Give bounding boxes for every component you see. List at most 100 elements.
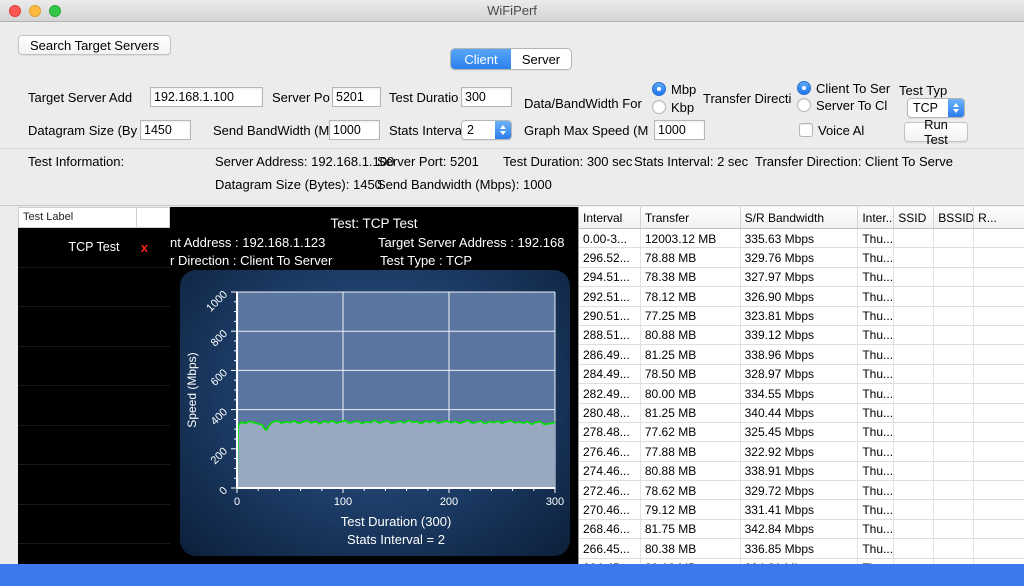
- table-row[interactable]: 288.51...80.88 MB339.12 MbpsThu...: [579, 326, 1024, 345]
- table-cell: [974, 345, 1024, 363]
- table-row[interactable]: 284.49...78.50 MB328.97 MbpsThu...: [579, 365, 1024, 384]
- test-type-popup[interactable]: TCP: [907, 98, 965, 118]
- table-cell: 81.25 MB: [641, 404, 741, 422]
- table-row[interactable]: 270.46...79.12 MB331.41 MbpsThu...: [579, 500, 1024, 519]
- stats-interval-stepper[interactable]: 2: [461, 120, 512, 140]
- table-row[interactable]: 282.49...80.00 MB334.55 MbpsThu...: [579, 384, 1024, 403]
- table-cell: [974, 423, 1024, 441]
- table-cell: 296.52...: [579, 248, 641, 266]
- table-cell: 77.88 MB: [641, 442, 741, 460]
- table-cell: [934, 345, 974, 363]
- table-cell: Thu...: [858, 481, 894, 499]
- test-duration-input[interactable]: [461, 87, 512, 107]
- table-row[interactable]: 292.51...78.12 MB326.90 MbpsThu...: [579, 287, 1024, 306]
- table-cell: 80.88 MB: [641, 326, 741, 344]
- datagram-size-input[interactable]: [140, 120, 191, 140]
- server-port-input[interactable]: [332, 87, 381, 107]
- info-datagram-size: Datagram Size (Bytes): 1450: [215, 177, 382, 193]
- table-cell: [894, 307, 934, 325]
- table-row[interactable]: 280.48...81.25 MB340.44 MbpsThu...: [579, 404, 1024, 423]
- svg-text:800: 800: [209, 328, 230, 349]
- test-list-row[interactable]: TCP Testx: [18, 228, 170, 268]
- table-row[interactable]: 290.51...77.25 MB323.81 MbpsThu...: [579, 307, 1024, 326]
- table-row[interactable]: 278.48...77.62 MB325.45 MbpsThu...: [579, 423, 1024, 442]
- table-cell: [974, 539, 1024, 557]
- table-cell: 338.91 Mbps: [741, 462, 859, 480]
- target-server-address-input[interactable]: [150, 87, 263, 107]
- column-header-bssid[interactable]: BSSID: [934, 207, 974, 228]
- graph-max-speed-label: Graph Max Speed (M: [524, 120, 648, 140]
- chart-direction: r Direction : Client To Server: [170, 253, 332, 268]
- info-test-duration: Test Duration: 300 sec: [503, 154, 632, 170]
- mbps-radio[interactable]: Mbp: [652, 81, 696, 97]
- server-to-client-radio[interactable]: Server To Cl: [797, 97, 887, 113]
- table-cell: Thu...: [858, 539, 894, 557]
- tab-server[interactable]: Server: [511, 49, 571, 69]
- table-cell: Thu...: [858, 520, 894, 538]
- table-cell: [894, 229, 934, 247]
- results-table-header: Interval Transfer S/R Bandwidth Inter...…: [579, 207, 1024, 229]
- table-row[interactable]: 268.46...81.75 MB342.84 MbpsThu...: [579, 520, 1024, 539]
- table-cell: [894, 404, 934, 422]
- info-send-bandwidth: Send Bandwidth (Mbps): 1000: [377, 177, 552, 193]
- table-cell: Thu...: [858, 442, 894, 460]
- table-cell: [934, 462, 974, 480]
- table-cell: 284.49...: [579, 365, 641, 383]
- test-label-column-header[interactable]: Test Label: [19, 208, 137, 227]
- table-row[interactable]: 266.45...80.38 MB336.85 MbpsThu...: [579, 539, 1024, 558]
- table-cell: [894, 481, 934, 499]
- test-duration-label: Test Duratio: [389, 87, 458, 107]
- table-row[interactable]: 286.49...81.25 MB338.96 MbpsThu...: [579, 345, 1024, 364]
- send-bandwidth-input[interactable]: [329, 120, 380, 140]
- table-row[interactable]: 274.46...80.88 MB338.91 MbpsThu...: [579, 462, 1024, 481]
- table-cell: [934, 384, 974, 402]
- column-header-ssid[interactable]: SSID: [894, 207, 934, 228]
- table-cell: [934, 442, 974, 460]
- svg-text:0: 0: [217, 485, 230, 498]
- table-cell: 270.46...: [579, 500, 641, 518]
- voice-alert-checkbox[interactable]: Voice Al: [799, 122, 864, 138]
- tab-client[interactable]: Client: [451, 49, 511, 69]
- column-header-interval-time[interactable]: Inter...: [858, 207, 894, 228]
- delete-test-button[interactable]: x: [141, 240, 148, 255]
- voice-alert-label: Voice Al: [818, 123, 864, 138]
- kbps-radio[interactable]: Kbp: [652, 99, 694, 115]
- radio-unselected-icon: [652, 100, 666, 114]
- table-row[interactable]: 296.52...78.88 MB329.76 MbpsThu...: [579, 248, 1024, 267]
- table-row[interactable]: 276.46...77.88 MB322.92 MbpsThu...: [579, 442, 1024, 461]
- column-header-bandwidth[interactable]: S/R Bandwidth: [741, 207, 859, 228]
- table-row[interactable]: 272.46...78.62 MB329.72 MbpsThu...: [579, 481, 1024, 500]
- popup-arrows-icon[interactable]: [948, 99, 964, 117]
- table-cell: 286.49...: [579, 345, 641, 363]
- throughput-chart: 020040060080010000100200300Speed (Mbps)T…: [180, 270, 570, 556]
- table-row[interactable]: 0.00-3...12003.12 MB335.63 MbpsThu...: [579, 229, 1024, 248]
- radio-selected-icon: [797, 81, 811, 95]
- table-cell: [934, 326, 974, 344]
- stepper-arrows-icon[interactable]: [495, 121, 511, 139]
- info-transfer-direction: Transfer Direction: Client To Serve: [755, 154, 953, 170]
- graph-max-speed-input[interactable]: [654, 120, 705, 140]
- svg-text:600: 600: [209, 367, 230, 388]
- svg-text:1000: 1000: [204, 289, 230, 315]
- table-row[interactable]: 294.51...78.38 MB327.97 MbpsThu...: [579, 268, 1024, 287]
- chart-title: Test: TCP Test: [170, 216, 578, 231]
- stats-interval-label: Stats Interva: [389, 120, 462, 140]
- chart-test-type: Test Type : TCP: [380, 253, 472, 268]
- run-test-button[interactable]: Run Test: [904, 122, 968, 142]
- table-cell: 78.12 MB: [641, 287, 741, 305]
- table-cell: 290.51...: [579, 307, 641, 325]
- table-cell: 79.12 MB: [641, 500, 741, 518]
- client-to-server-radio[interactable]: Client To Ser: [797, 80, 890, 96]
- table-cell: [894, 248, 934, 266]
- column-header-rssi[interactable]: R...: [974, 207, 1024, 228]
- column-header-interval[interactable]: Interval: [579, 207, 641, 228]
- transfer-direction-label: Transfer Directi: [703, 88, 791, 108]
- send-bandwidth-label: Send BandWidth (M: [213, 120, 329, 140]
- search-target-servers-button[interactable]: Search Target Servers: [18, 35, 171, 55]
- radio-selected-icon: [652, 82, 666, 96]
- column-header-transfer[interactable]: Transfer: [641, 207, 741, 228]
- test-list-row: [18, 465, 170, 505]
- test-type-label: Test Typ: [899, 80, 947, 100]
- table-cell: [934, 248, 974, 266]
- svg-text:200: 200: [440, 496, 458, 508]
